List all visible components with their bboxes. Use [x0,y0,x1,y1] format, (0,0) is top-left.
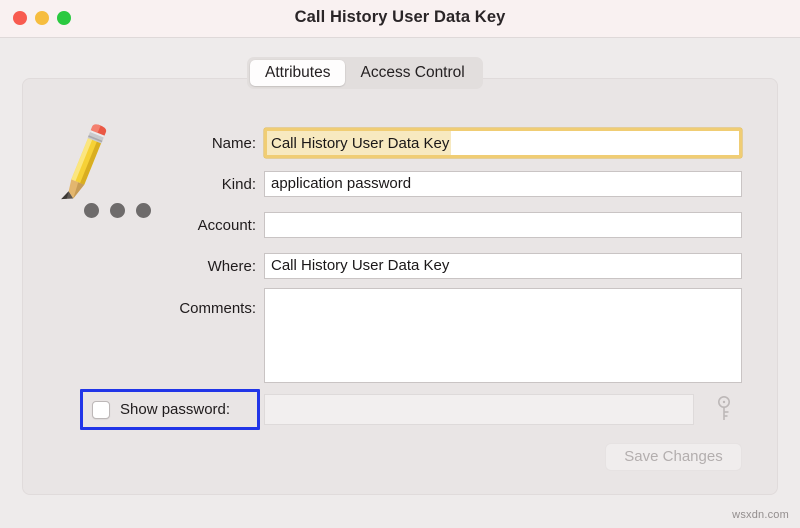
comments-textarea[interactable] [264,288,742,383]
key-icon[interactable] [714,394,738,424]
dot-3 [136,203,151,218]
tab-access-control[interactable]: Access Control [345,60,479,86]
watermark: wsxdn.com [732,509,789,521]
dot-1 [84,203,99,218]
show-password-checkbox[interactable] [92,401,110,419]
account-label: Account: [86,217,256,234]
name-input-value: Call History User Data Key [267,131,451,158]
keychain-item-window: Call History User Data Key Attributes Ac… [0,0,800,528]
dot-2 [110,203,125,218]
loading-dots [84,203,151,218]
save-changes-button: Save Changes [605,443,742,471]
name-input[interactable]: Call History User Data Key [264,128,742,158]
account-input[interactable] [264,212,742,238]
kind-input[interactable]: application password [264,171,742,197]
comments-label: Comments: [86,300,256,317]
where-input[interactable]: Call History User Data Key [264,253,742,279]
tab-bar: Attributes Access Control [247,57,483,89]
tab-attributes[interactable]: Attributes [250,60,345,86]
window-title: Call History User Data Key [0,8,800,27]
window-titlebar: Call History User Data Key [0,0,800,38]
name-label: Name: [86,135,256,152]
password-input [264,394,694,425]
where-label: Where: [86,258,256,275]
kind-label: Kind: [86,176,256,193]
show-password-label: Show password: [120,401,230,418]
